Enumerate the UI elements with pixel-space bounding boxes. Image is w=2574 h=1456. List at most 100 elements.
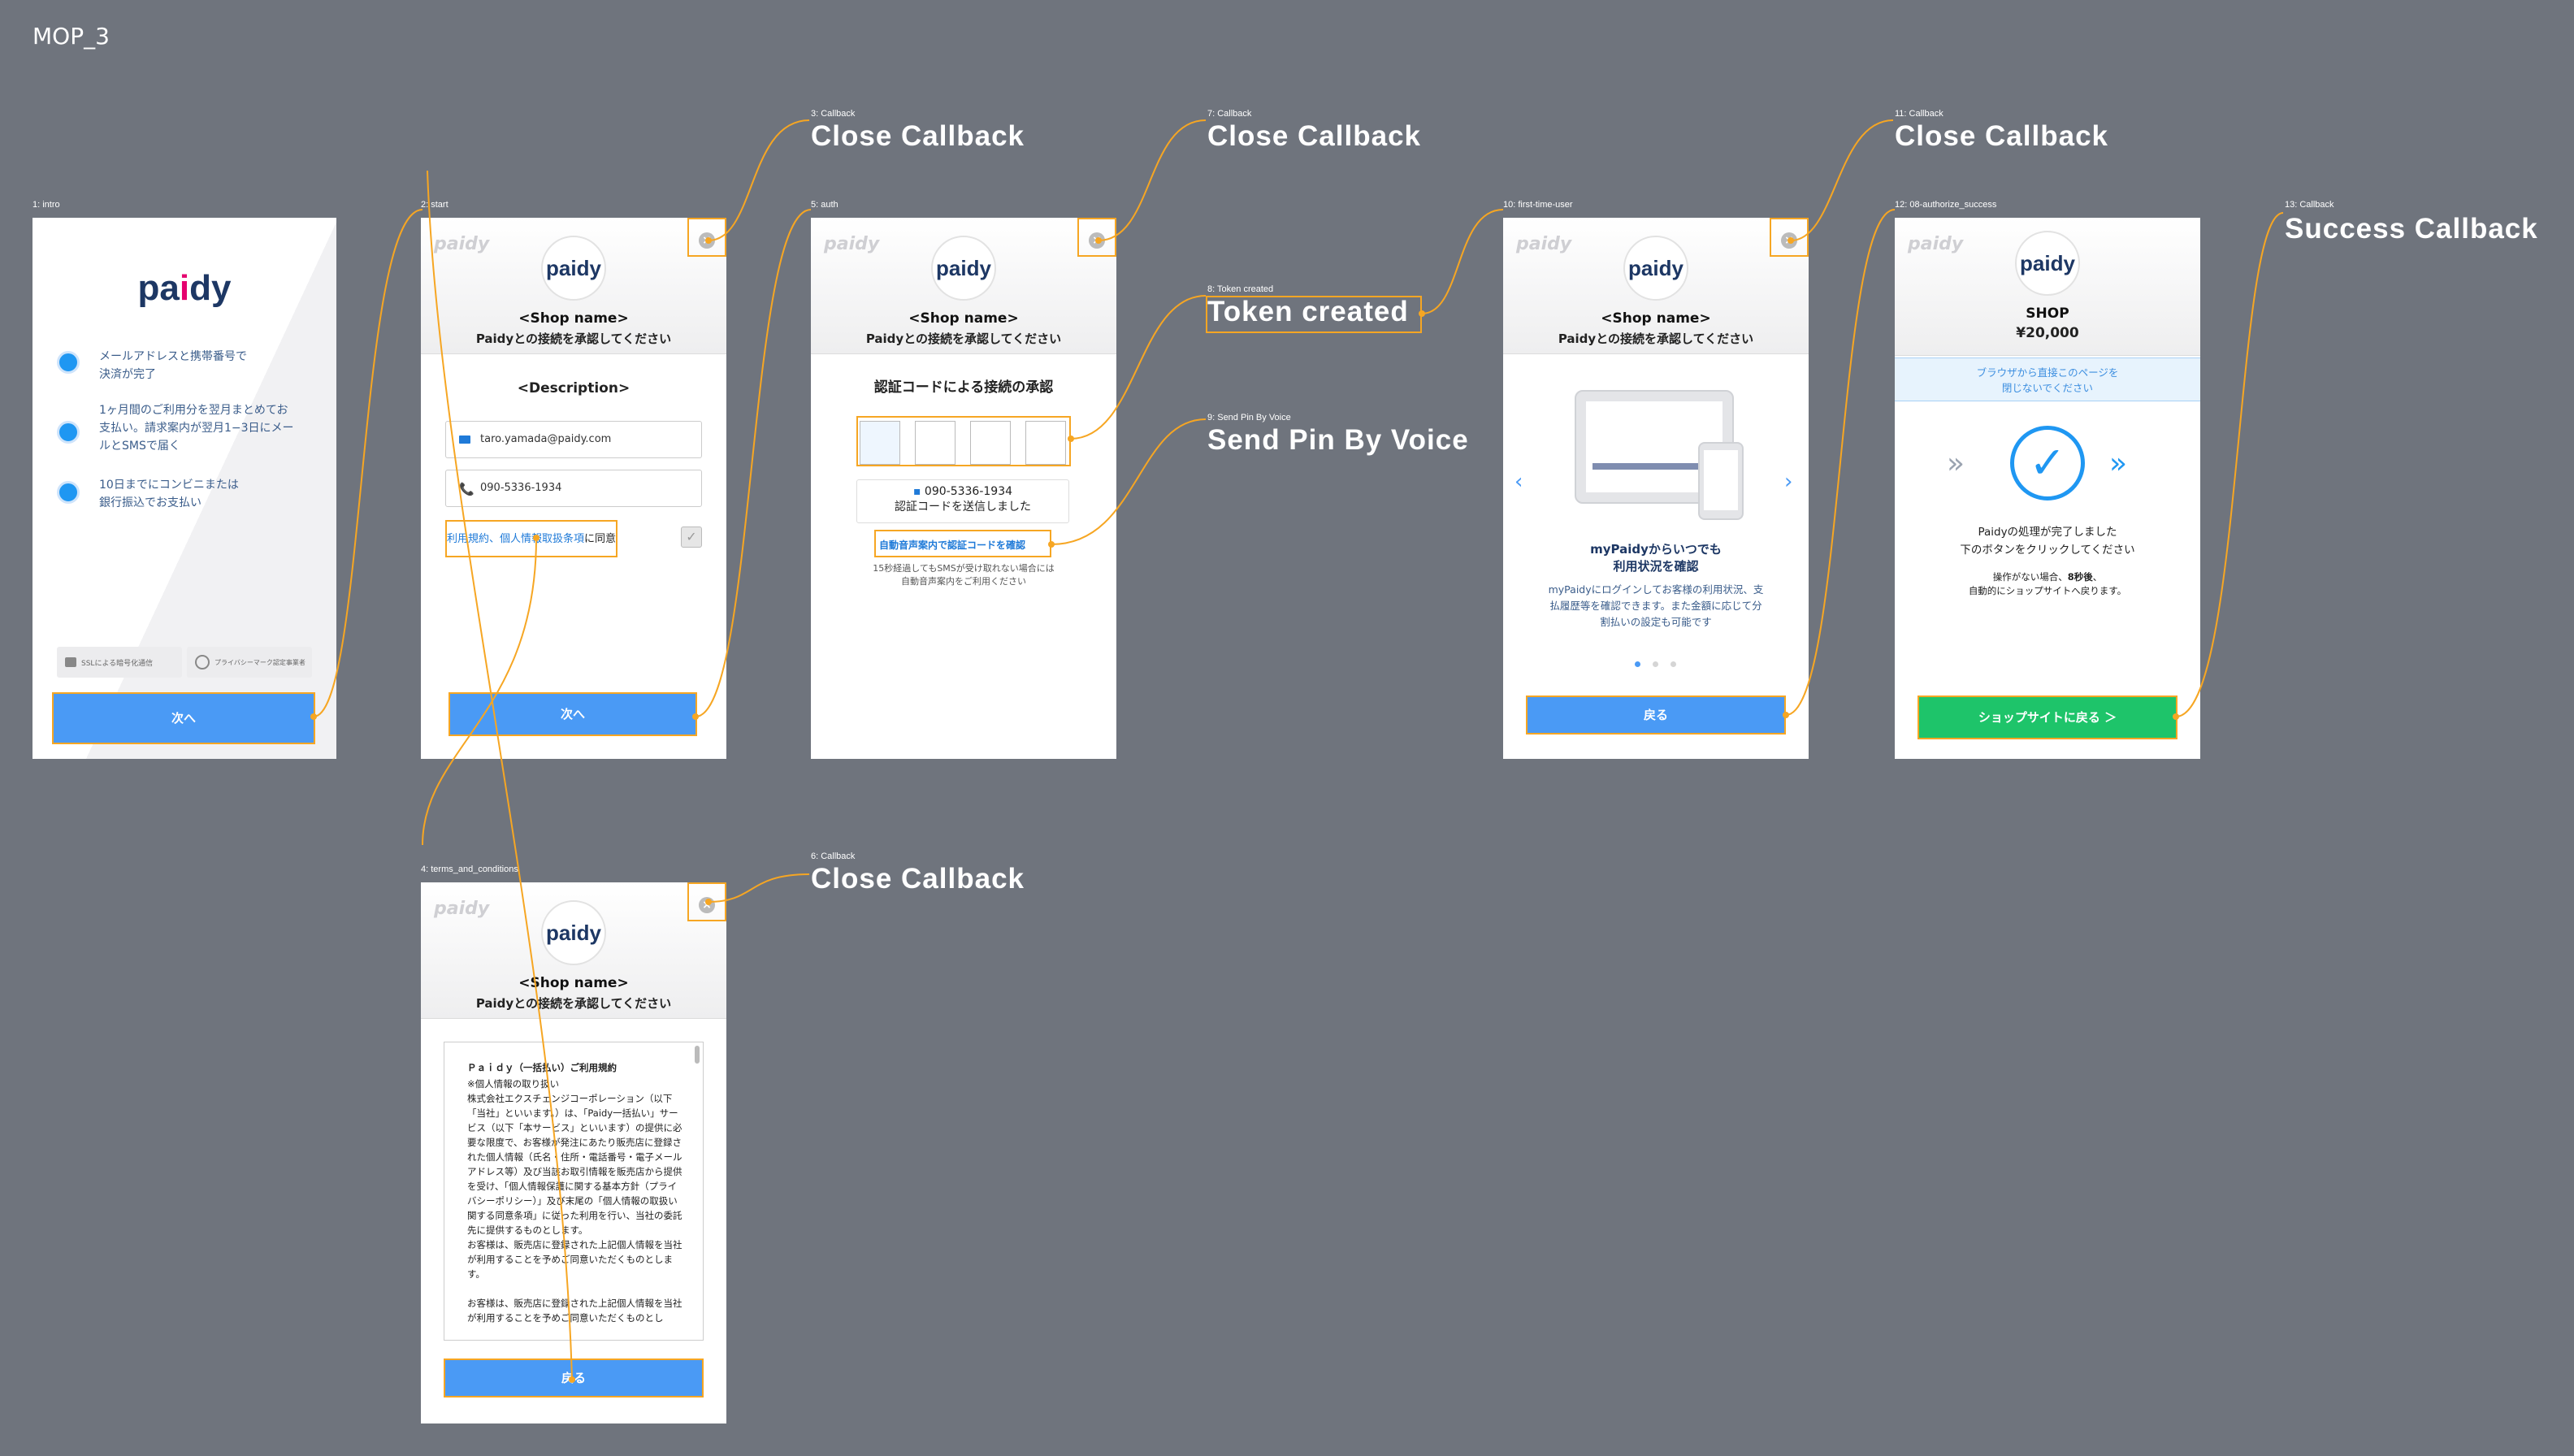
screen-authorize-success: paidy paidy SHOP ¥20,000 ブラウザから直接このページを …: [1895, 218, 2200, 759]
success-shop-name: SHOP: [2026, 306, 2069, 322]
paidy-logo: paidy: [137, 268, 232, 308]
intro-bullet-2: 1ヶ月間のご利用分を翌月まとめてお 支払い。請求案内が翌月1−3日にメー ルとS…: [99, 404, 294, 453]
terms-link-highlight: [445, 520, 618, 557]
first-time-back-highlight: [1526, 696, 1786, 734]
carousel-dot-3[interactable]: [1670, 661, 1676, 667]
close-highlight: [1770, 218, 1809, 257]
frame-label-callback-6: 6: Callback: [811, 852, 856, 861]
do-not-close-notice: ブラウザから直接このページを 閉じないでください: [1895, 358, 2200, 401]
screen-terms: paidy paidy <Shop name> Paidyとの接続を承認してくだ…: [421, 882, 726, 1424]
mypaidy-heading: myPaidyからいつでも 利用状況を確認: [1590, 542, 1722, 574]
close-highlight: [687, 218, 726, 257]
lock-icon: [65, 657, 76, 667]
intro-bullet-1: メールアドレスと携帯番号で 決済が完了: [99, 350, 247, 381]
privacy-mark-badge: プライバシーマーク認定事業者: [187, 647, 312, 678]
canvas-title: MOP_3: [32, 23, 110, 50]
sms-icon: ▪: [912, 485, 921, 498]
success-check-icon: ✓: [2010, 426, 2085, 500]
connect-prompt: Paidyとの接続を承認してください: [475, 996, 672, 1011]
shop-logo: paidy: [541, 236, 606, 301]
screen-auth: paidy paidy <Shop name> Paidyとの接続を承認してくだ…: [811, 218, 1116, 759]
pin-highlight: [856, 416, 1071, 466]
shop-logo: paidy: [1623, 236, 1688, 301]
carousel-next-arrow[interactable]: ›: [1784, 470, 1792, 494]
intro-next-highlight: [52, 692, 315, 744]
watermark-logo: paidy: [1516, 234, 1572, 254]
bullet-icon-2: [57, 421, 80, 444]
sms-sent-box: ▪ 090-5336-1934 認証コードを送信しました: [856, 479, 1069, 523]
screen-start: paidy paidy <Shop name> Paidyとの接続を承認してくだ…: [421, 218, 726, 759]
shop-logo: paidy: [2015, 231, 2080, 296]
watermark-logo: paidy: [1908, 234, 1964, 254]
chevron-left-icon: »: [1947, 447, 1965, 480]
callback-title-send-pin-voice: Send Pin By Voice: [1207, 424, 1469, 456]
mypaidy-description: myPaidyにログインしてお客様の利用状況、支 払履歴等を確認できます。また金…: [1548, 583, 1764, 628]
description: <Description>: [517, 380, 630, 396]
frame-label-start: 2: start: [421, 200, 448, 210]
callback-title-close-6: Close Callback: [811, 863, 1025, 895]
frame-label-callback-13: 13: Callback: [2285, 200, 2334, 210]
shop-name: <Shop name>: [1601, 310, 1711, 327]
shop-logo: paidy: [541, 900, 606, 965]
privacy-mark-icon: [195, 655, 210, 670]
shop-name: <Shop name>: [518, 310, 629, 327]
connect-prompt: Paidyとの接続を承認してください: [1558, 332, 1754, 346]
callback-title-close-3: Close Callback: [811, 120, 1025, 152]
auth-title: 認証コードによる接続の承認: [873, 379, 1054, 396]
screen-intro: paidy メールアドレスと携帯番号で 決済が完了 1ヶ月間のご利用分を翌月まと…: [32, 218, 336, 759]
first-time-header: paidy paidy <Shop name> Paidyとの接続を承認してくだ…: [1503, 218, 1809, 354]
frame-label-terms: 4: terms_and_conditions: [421, 864, 518, 874]
start-next-highlight: [448, 692, 697, 736]
frame-label-authorize-success: 12: 08-authorize_success: [1895, 200, 1997, 210]
frame-label-first-time: 10: first-time-user: [1503, 200, 1573, 210]
frame-label-callback-11: 11: Callback: [1895, 109, 1944, 119]
terms-back-highlight: [444, 1358, 704, 1398]
watermark-logo: paidy: [434, 899, 490, 919]
frame-label-token: 8: Token created: [1207, 284, 1274, 294]
watermark-logo: paidy: [434, 234, 490, 254]
terms-scroll-box[interactable]: Ｐａｉｄｙ（一括払い）ご利用規約 ※個人情報の取り扱い 株式会社エクスチェンジコ…: [444, 1042, 704, 1341]
frame-label-callback-7: 7: Callback: [1207, 109, 1252, 119]
auto-redirect-message: 操作がない場合、8秒後、 自動的にショップサイトへ戻ります。: [1968, 571, 2127, 596]
voice-notice: 15秒経過してもSMSが受け取れない場合には 自動音声案内をご利用ください: [873, 563, 1055, 587]
carousel-dot-1[interactable]: [1635, 661, 1640, 667]
terms-header: paidy paidy <Shop name> Paidyとの接続を承認してくだ…: [421, 882, 726, 1019]
phone-icon: 📞: [459, 482, 474, 496]
terms-body: ※個人情報の取り扱い 株式会社エクスチェンジコーポレーション（以下「当社」といい…: [467, 1078, 682, 1324]
voice-pin-highlight: [874, 530, 1051, 557]
ssl-badge: SSLによる暗号化通信: [57, 647, 182, 678]
watermark-logo: paidy: [824, 234, 880, 254]
close-highlight: [687, 882, 726, 921]
bullet-icon-3: [57, 481, 80, 504]
close-highlight: [1077, 218, 1116, 257]
auth-header: paidy paidy <Shop name> Paidyとの接続を承認してくだ…: [811, 218, 1116, 354]
token-created-highlight: [1206, 296, 1422, 333]
connector-token-to-first-time: [1421, 209, 1504, 314]
return-to-shop-highlight: [1918, 696, 2178, 739]
callback-title-close-11: Close Callback: [1895, 120, 2108, 152]
agree-checkbox[interactable]: ✓: [681, 526, 702, 548]
connect-prompt: Paidyとの接続を承認してください: [475, 332, 672, 346]
success-header: paidy paidy SHOP ¥20,000: [1895, 218, 2200, 356]
start-header: paidy paidy <Shop name> Paidyとの接続を承認してくだ…: [421, 218, 726, 354]
mypaidy-phone-illustration: [1698, 442, 1744, 520]
frame-label-auth: 5: auth: [811, 200, 838, 210]
carousel-prev-arrow[interactable]: ‹: [1514, 470, 1523, 494]
mail-icon: [459, 436, 470, 444]
bullet-icon-1: [57, 351, 80, 374]
shop-name: <Shop name>: [518, 975, 629, 991]
shop-logo: paidy: [931, 236, 996, 301]
frame-label-intro: 1: intro: [32, 200, 60, 210]
screen-first-time-user: paidy paidy <Shop name> Paidyとの接続を承認してくだ…: [1503, 218, 1809, 759]
frame-label-callback-3: 3: Callback: [811, 109, 856, 119]
email-field[interactable]: taro.yamada@paidy.com: [445, 421, 702, 458]
phone-field[interactable]: 📞 090-5336-1934: [445, 470, 702, 507]
carousel-dot-2[interactable]: [1653, 661, 1658, 667]
success-amount: ¥20,000: [2016, 325, 2079, 341]
success-message: Paidyの処理が完了しました 下のボタンをクリックしてください: [1960, 526, 2135, 557]
callback-title-success: Success Callback: [2285, 213, 2538, 245]
frame-label-voice: 9: Send Pin By Voice: [1207, 413, 1291, 422]
chevron-right-icon: »: [2109, 447, 2128, 480]
shop-name: <Shop name>: [908, 310, 1019, 327]
terms-scrollbar[interactable]: [695, 1046, 700, 1064]
